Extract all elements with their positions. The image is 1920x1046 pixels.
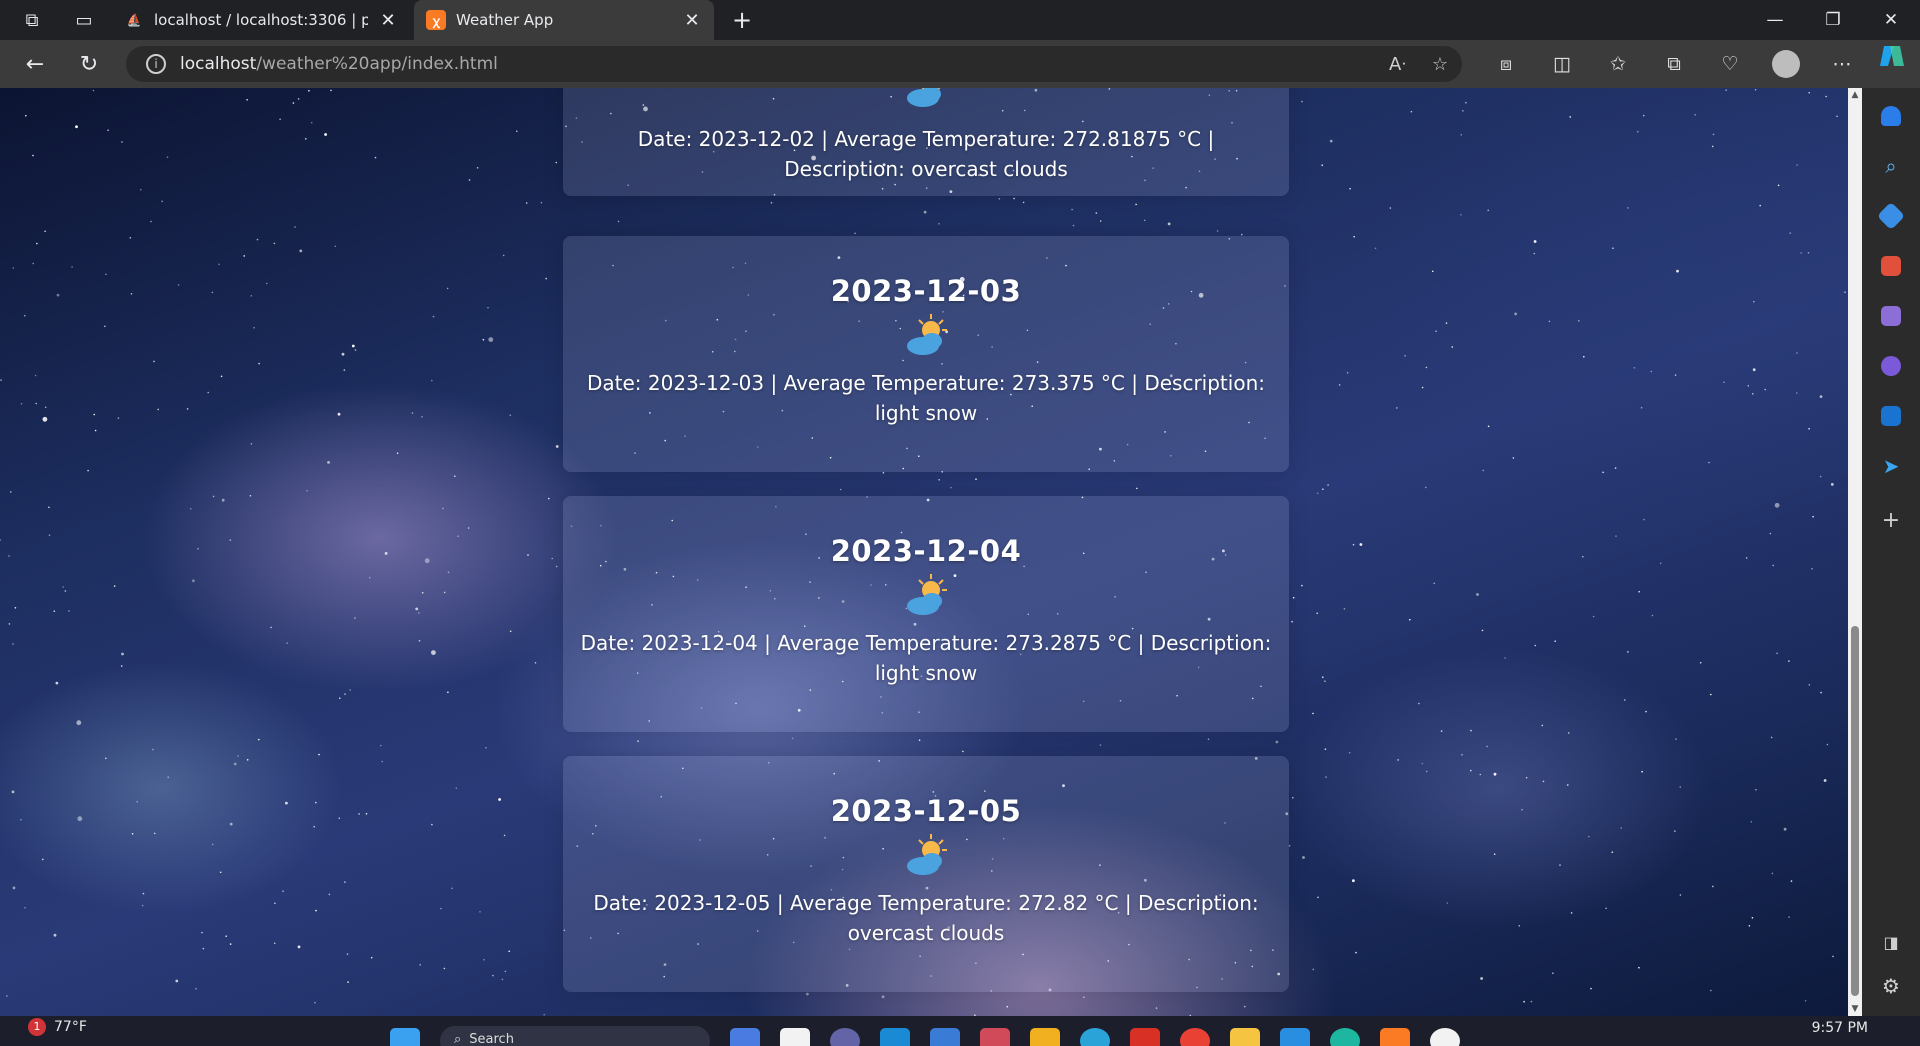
partly-cloudy-icon	[907, 88, 941, 107]
forecast-date: 2023-12-04	[830, 534, 1022, 568]
games-icon[interactable]	[1877, 302, 1905, 330]
forecast-card: Date: 2023-12-02 | Average Temperature: …	[563, 88, 1289, 196]
copilot-icon[interactable]	[1876, 40, 1908, 72]
profile-avatar[interactable]	[1772, 50, 1800, 78]
close-window-icon[interactable]: ✕	[1862, 0, 1920, 40]
page-scrollbar[interactable]: ▲ ▼	[1848, 88, 1862, 1016]
new-tab-button[interactable]: +	[722, 0, 762, 40]
forecast-card: 2023-12-05 Date: 2023-12-05 | Average Te…	[563, 756, 1289, 992]
search-placeholder: Search	[469, 1032, 514, 1046]
more-menu-icon[interactable]: ⋯	[1814, 40, 1870, 88]
app-icon[interactable]	[980, 1028, 1010, 1046]
app-icon[interactable]	[880, 1028, 910, 1046]
edge-icon[interactable]	[1080, 1028, 1110, 1046]
site-info-icon[interactable]: i	[146, 54, 166, 74]
app-icon[interactable]	[1030, 1028, 1060, 1046]
xampp-app-icon[interactable]	[1380, 1028, 1410, 1046]
start-windows-icon[interactable]	[390, 1028, 420, 1046]
xampp-icon: ꭓ	[426, 10, 446, 30]
add-sidebar-app-icon[interactable]: +	[1877, 506, 1905, 534]
tab-title: localhost / localhost:3306 | phpM	[154, 11, 368, 29]
vscode-icon[interactable]	[1280, 1028, 1310, 1046]
hide-sidebar-icon[interactable]: ◨	[1877, 928, 1905, 956]
browser-essentials-icon[interactable]: ♡	[1702, 40, 1758, 88]
sidebar-settings-icon[interactable]: ⚙	[1877, 972, 1905, 1000]
drop-send-icon[interactable]: ➤	[1877, 452, 1905, 480]
scroll-down-icon[interactable]: ▼	[1848, 1002, 1862, 1016]
address-bar[interactable]: i localhost/weather%20app/index.html Aᐧ …	[126, 46, 1462, 82]
copilot-app-icon[interactable]	[730, 1028, 760, 1046]
close-tab-icon[interactable]: ✕	[682, 10, 702, 31]
forecast-details: Date: 2023-12-04 | Average Temperature: …	[580, 631, 1272, 685]
taskbar-pinned-apps	[390, 1028, 420, 1046]
taskbar-clock[interactable]: 9:57 PM	[1812, 1020, 1868, 1036]
favorites-icon[interactable]: ✩	[1590, 40, 1646, 88]
taskbar-weather-widget[interactable]: 1 77°F	[28, 1018, 87, 1036]
scroll-up-icon[interactable]: ▲	[1848, 88, 1862, 102]
chrome-icon[interactable]	[1180, 1028, 1210, 1046]
phpmyadmin-icon: ⛵	[126, 13, 142, 27]
back-button[interactable]: ←	[18, 48, 52, 80]
browser-toolbar: ← ↻ i localhost/weather%20app/index.html…	[0, 40, 1920, 88]
microsoft-365-icon[interactable]	[1877, 352, 1905, 380]
forecast-details: Date: 2023-12-03 | Average Temperature: …	[587, 371, 1265, 425]
search-icon[interactable]: ⌕	[1877, 152, 1905, 180]
tab-phpmyadmin[interactable]: ⛵ localhost / localhost:3306 | phpM ✕	[112, 0, 410, 40]
shopping-tag-icon[interactable]	[1876, 201, 1906, 231]
partly-cloudy-icon	[907, 574, 947, 615]
restore-icon[interactable]: ❐	[1804, 0, 1862, 40]
folder-icon[interactable]	[1230, 1028, 1260, 1046]
forecast-details: Date: 2023-12-02 | Average Temperature: …	[637, 127, 1215, 181]
url-text: localhost/weather%20app/index.html	[180, 54, 498, 74]
minimize-icon[interactable]: —	[1746, 0, 1804, 40]
forecast-date: 2023-12-03	[830, 274, 1022, 308]
toolbar-actions: ⧈ ◫ ✩ ⧉ ♡ ⋯	[1478, 40, 1870, 88]
read-aloud-icon[interactable]: Aᐧ	[1389, 54, 1406, 75]
collections-icon[interactable]: ⧉	[1646, 40, 1702, 88]
extensions-icon[interactable]: ⧈	[1478, 40, 1534, 88]
store-icon[interactable]	[930, 1028, 960, 1046]
windows-taskbar: 1 77°F ⌕ Search 9:57 PM	[0, 1016, 1920, 1046]
partly-cloudy-icon	[907, 314, 947, 355]
tab-actions-icon[interactable]: ▭	[62, 0, 106, 40]
split-screen-icon[interactable]: ◫	[1534, 40, 1590, 88]
window-controls: — ❐ ✕	[1746, 0, 1920, 40]
forecast-details: Date: 2023-12-05 | Average Temperature: …	[593, 891, 1259, 945]
gmail-icon[interactable]	[1130, 1028, 1160, 1046]
taskbar-search-box[interactable]: ⌕ Search	[440, 1026, 710, 1046]
forecast-card: 2023-12-03 Date: 2023-12-03 | Average Te…	[563, 236, 1289, 472]
notification-badge: 1	[28, 1018, 46, 1036]
close-tab-icon[interactable]: ✕	[378, 10, 398, 31]
forecast-date: 2023-12-05	[830, 794, 1022, 828]
taskbar-app-icons	[730, 1028, 1460, 1046]
scrollbar-thumb[interactable]	[1851, 626, 1859, 996]
file-icon[interactable]	[780, 1028, 810, 1046]
app-icon[interactable]	[830, 1028, 860, 1046]
edge-sidebar: ⌕ ➤ + ◨ ⚙	[1862, 88, 1920, 1016]
search-icon: ⌕	[454, 1032, 462, 1046]
tools-briefcase-icon[interactable]	[1877, 252, 1905, 280]
weather-temperature: 77°F	[54, 1019, 87, 1035]
notifications-bell-icon[interactable]	[1877, 102, 1905, 130]
page-viewport: Date: 2023-12-02 | Average Temperature: …	[0, 88, 1848, 1016]
url-path: /weather%20app/index.html	[256, 54, 498, 74]
workspaces-icon[interactable]: ⧉	[10, 0, 54, 40]
url-host: localhost	[180, 54, 257, 74]
tab-title: Weather App	[456, 11, 554, 29]
app-icon[interactable]	[1430, 1028, 1460, 1046]
partly-cloudy-icon	[907, 834, 947, 875]
favorite-star-icon[interactable]: ☆	[1432, 54, 1448, 75]
edge-active-icon[interactable]	[1330, 1028, 1360, 1046]
tab-bar: ⧉ ▭ ⛵ localhost / localhost:3306 | phpM …	[0, 0, 1920, 40]
outlook-icon[interactable]	[1877, 402, 1905, 430]
forecast-card: 2023-12-04 Date: 2023-12-04 | Average Te…	[563, 496, 1289, 732]
refresh-button[interactable]: ↻	[72, 48, 106, 80]
tab-weather-app[interactable]: ꭓ Weather App ✕	[414, 0, 714, 40]
